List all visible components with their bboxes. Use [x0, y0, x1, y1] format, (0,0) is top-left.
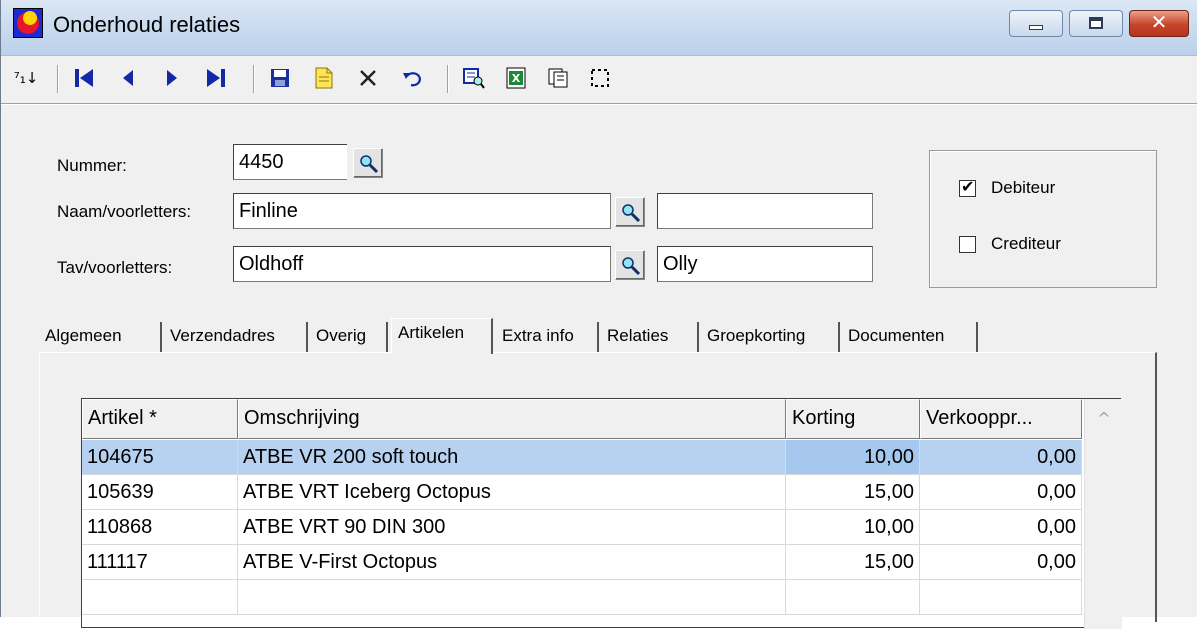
tab-verzendadres[interactable]: Verzendadres: [164, 322, 308, 352]
cell-korting[interactable]: 15,00: [786, 475, 920, 510]
tab-relaties[interactable]: Relaties: [601, 322, 699, 352]
last-record-icon[interactable]: [201, 63, 231, 93]
nummer-lookup-button[interactable]: [353, 148, 383, 178]
table-row[interactable]: 110868 ATBE VRT 90 DIN 300 10,00 0,00: [82, 510, 1082, 545]
main-window: Onderhoud relaties ✕ ⁷₁↓ X Nummer: 4450 …: [0, 0, 1197, 629]
tab-overig[interactable]: Overig: [310, 322, 388, 352]
table-row[interactable]: 105639 ATBE VRT Iceberg Octopus 15,00 0,…: [82, 475, 1082, 510]
cell-artikel[interactable]: [82, 580, 238, 615]
title-bar[interactable]: Onderhoud relaties ✕: [1, 0, 1197, 56]
maximize-button[interactable]: [1069, 10, 1123, 37]
next-record-icon[interactable]: [157, 63, 187, 93]
column-header-omschrijving[interactable]: Omschrijving: [238, 399, 786, 439]
table-row[interactable]: 111117 ATBE V-First Octopus 15,00 0,00: [82, 545, 1082, 580]
crediteur-label: Crediteur: [991, 234, 1061, 253]
cell-omschrijving[interactable]: ATBE V-First Octopus: [238, 545, 786, 580]
column-header-artikel[interactable]: Artikel *: [82, 399, 238, 439]
magnifier-icon: [622, 204, 641, 223]
minimize-icon: [1029, 25, 1043, 30]
cell-verkoopprijs[interactable]: 0,00: [920, 510, 1082, 545]
copy-icon[interactable]: [543, 63, 573, 93]
toolbar: ⁷₁↓ X: [1, 57, 1197, 101]
save-icon[interactable]: [265, 63, 295, 93]
table-row-empty[interactable]: [82, 580, 1082, 615]
debiteur-checkbox[interactable]: [959, 177, 976, 197]
tav-lookup-button[interactable]: [615, 250, 645, 280]
cell-verkoopprijs[interactable]: 0,00: [920, 475, 1082, 510]
crediteur-checkbox[interactable]: [959, 236, 976, 253]
naam-field[interactable]: Finline: [233, 193, 611, 229]
delete-icon[interactable]: [353, 63, 383, 93]
naam-label: Naam/voorletters:: [57, 202, 192, 221]
cell-omschrijving[interactable]: ATBE VRT Iceberg Octopus: [238, 475, 786, 510]
column-header-korting[interactable]: Korting: [786, 399, 920, 439]
nummer-field[interactable]: 4450: [233, 144, 347, 180]
toolbar-divider: [1, 103, 1197, 105]
cell-artikel[interactable]: 104675: [82, 440, 238, 475]
nummer-label: Nummer:: [57, 156, 127, 175]
toolbar-separator: [447, 65, 449, 93]
cell-korting[interactable]: 10,00: [786, 440, 920, 475]
select-area-icon[interactable]: [585, 63, 615, 93]
first-record-icon[interactable]: [69, 63, 99, 93]
toolbar-separator: [253, 65, 255, 93]
cell-korting[interactable]: 15,00: [786, 545, 920, 580]
cell-omschrijving[interactable]: ATBE VR 200 soft touch: [238, 440, 786, 475]
svg-text:X: X: [512, 72, 521, 85]
toolbar-separator: [57, 65, 59, 93]
minimize-button[interactable]: [1009, 10, 1063, 37]
undo-icon[interactable]: [397, 63, 427, 93]
tab-artikelen[interactable]: Artikelen: [391, 318, 493, 354]
cell-verkoopprijs[interactable]: 0,00: [920, 440, 1082, 475]
naam-lookup-button[interactable]: [615, 197, 645, 227]
tav-voorletters-field[interactable]: Olly: [657, 246, 873, 282]
tav-field[interactable]: Oldhoff: [233, 246, 611, 282]
maximize-icon: [1089, 17, 1103, 29]
table-row[interactable]: 104675 ATBE VR 200 soft touch 10,00 0,00: [82, 440, 1082, 475]
tab-extra-info[interactable]: Extra info: [496, 322, 599, 352]
window-title: Onderhoud relaties: [53, 12, 241, 37]
sort-icon[interactable]: ⁷₁↓: [11, 63, 41, 93]
previous-record-icon[interactable]: [113, 63, 143, 93]
close-button[interactable]: ✕: [1129, 10, 1189, 37]
app-logo-icon: [13, 8, 43, 38]
cell-artikel[interactable]: 105639: [82, 475, 238, 510]
grid-vertical-scrollbar[interactable]: ^: [1084, 399, 1122, 629]
tab-documenten[interactable]: Documenten: [842, 322, 978, 352]
relation-type-group: [929, 150, 1157, 288]
search-record-icon[interactable]: [459, 63, 489, 93]
cell-omschrijving[interactable]: [238, 580, 786, 615]
cell-artikel[interactable]: 111117: [82, 545, 238, 580]
cell-artikel[interactable]: 110868: [82, 510, 238, 545]
tab-groepkorting[interactable]: Groepkorting: [701, 322, 840, 352]
column-header-verkoopprijs[interactable]: Verkooppr...: [920, 399, 1082, 439]
scroll-up-icon[interactable]: ^: [1085, 399, 1123, 439]
artikelen-grid[interactable]: Artikel * Omschrijving Korting Verkooppr…: [81, 398, 1122, 629]
export-excel-icon[interactable]: X: [501, 63, 531, 93]
cell-verkoopprijs[interactable]: [920, 580, 1082, 615]
cell-korting[interactable]: [786, 580, 920, 615]
naam-voorletters-field[interactable]: [657, 193, 873, 229]
tab-algemeen[interactable]: Algemeen: [39, 322, 162, 352]
cell-verkoopprijs[interactable]: 0,00: [920, 545, 1082, 580]
tav-label: Tav/voorletters:: [57, 258, 173, 277]
new-record-icon[interactable]: [309, 63, 339, 93]
cell-korting[interactable]: 10,00: [786, 510, 920, 545]
magnifier-icon: [360, 155, 379, 174]
close-icon: ✕: [1150, 12, 1168, 34]
magnifier-icon: [622, 257, 641, 276]
cell-omschrijving[interactable]: ATBE VRT 90 DIN 300: [238, 510, 786, 545]
debiteur-label: Debiteur: [991, 178, 1056, 197]
